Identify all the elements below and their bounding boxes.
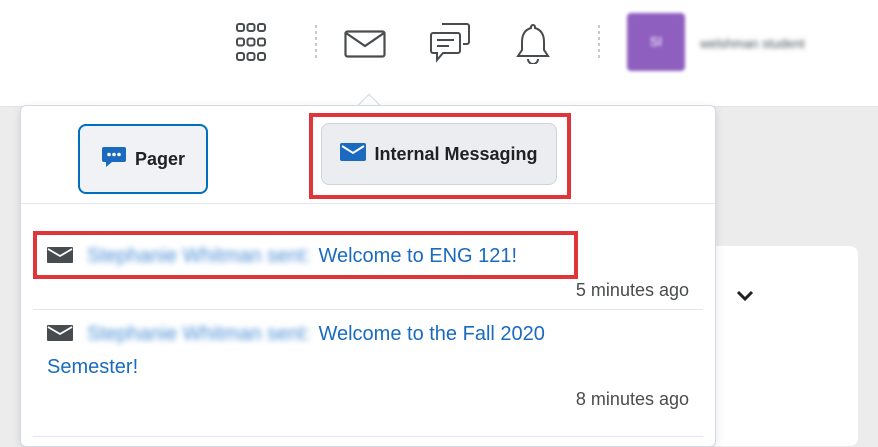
message-subject-link[interactable]: Welcome to the Fall 2020 [318, 323, 544, 345]
envelope-icon[interactable] [344, 30, 386, 63]
chevron-down-icon[interactable] [735, 289, 755, 308]
message-subject-link-continued[interactable]: Semester! [47, 356, 138, 379]
chat-bubble-icon [101, 146, 127, 173]
username[interactable]: welshman student [700, 36, 805, 51]
internal-messaging-tab-label: Internal Messaging [374, 143, 538, 164]
envelope-icon [47, 320, 73, 350]
nav-divider [315, 25, 317, 61]
bell-icon[interactable] [515, 22, 551, 69]
message-timestamp: 8 minutes ago [575, 389, 689, 409]
envelope-icon [47, 242, 73, 272]
chat-bubbles-icon[interactable] [430, 22, 470, 69]
messages-dropdown: Pager Internal Messaging Stephanie Whitm… [20, 105, 716, 447]
message-timestamp: 5 minutes ago [575, 280, 689, 300]
divider [33, 309, 703, 310]
avatar[interactable]: SI [627, 13, 685, 71]
pager-tab[interactable]: Pager [78, 124, 208, 194]
message-item[interactable]: Stephanie Whitman sent: Welcome to ENG 12… [47, 241, 517, 272]
waffle-grid-icon[interactable] [236, 23, 266, 66]
internal-messaging-tab[interactable]: Internal Messaging [321, 123, 557, 185]
background-card [700, 246, 858, 446]
message-subject-link[interactable]: Welcome to ENG 121! [318, 245, 517, 267]
message-sender: Stephanie Whitman sent: [87, 323, 311, 345]
top-navigation-bar: SI welshman student [0, 0, 878, 107]
envelope-icon [340, 142, 367, 166]
pager-tab-label: Pager [134, 148, 186, 169]
nav-divider [598, 25, 600, 61]
divider [21, 203, 715, 204]
message-sender: Stephanie Whitman sent: [87, 245, 311, 267]
divider [33, 436, 703, 437]
message-item[interactable]: Stephanie Whitman sent: Welcome to the Fa… [47, 319, 545, 350]
